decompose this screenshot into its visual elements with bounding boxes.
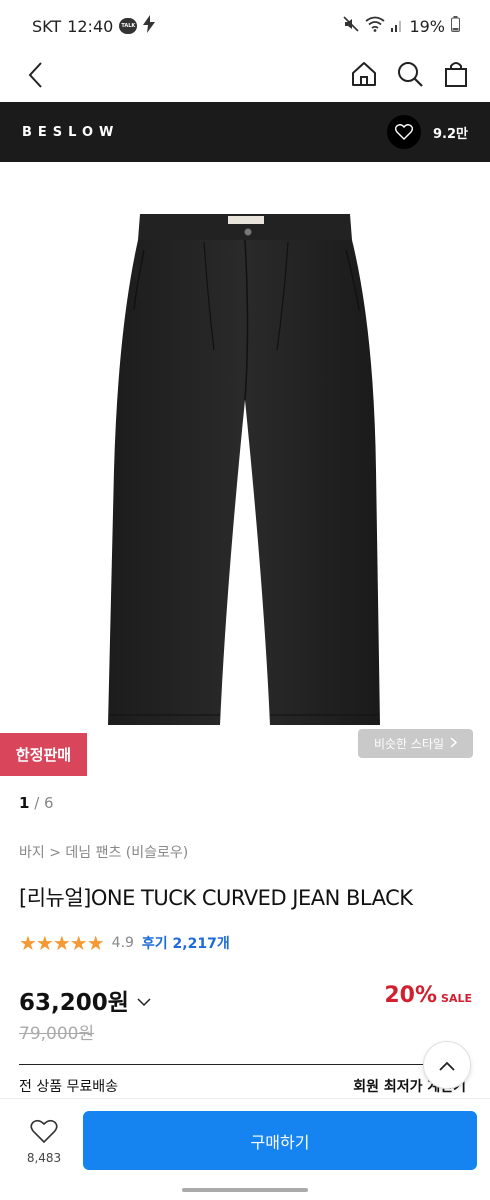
wishlist-button[interactable]: 8,483 bbox=[18, 1119, 70, 1165]
scroll-to-top-button[interactable] bbox=[423, 1041, 471, 1089]
gallery-page-indicator: 1 / 6 bbox=[19, 794, 54, 812]
product-photo bbox=[108, 214, 380, 725]
battery-icon bbox=[451, 16, 460, 36]
product-image-gallery[interactable] bbox=[0, 162, 490, 782]
mute-icon bbox=[343, 16, 360, 36]
price-selector[interactable]: 63,200원 bbox=[19, 983, 151, 1017]
limited-sale-badge: 한정판매 bbox=[0, 733, 87, 776]
clock: 12:40 bbox=[67, 16, 114, 36]
discount-info: 20% SALE bbox=[384, 983, 472, 1008]
similar-style-button[interactable]: 비슷한 스타일 bbox=[358, 729, 473, 758]
kakaotalk-icon: TALK bbox=[119, 18, 138, 34]
heart-icon bbox=[30, 1119, 58, 1148]
rating-value: 4.9 bbox=[111, 935, 134, 951]
total-pages: 6 bbox=[44, 794, 54, 812]
star-rating-icon: ★★★★★ bbox=[19, 931, 105, 955]
home-icon[interactable] bbox=[348, 58, 380, 90]
current-page: 1 bbox=[19, 794, 30, 812]
wishlist-count: 8,483 bbox=[26, 1151, 62, 1165]
chevron-down-icon[interactable] bbox=[137, 987, 151, 1013]
app-header bbox=[0, 52, 490, 102]
chevron-right-icon bbox=[450, 736, 458, 751]
search-icon[interactable] bbox=[394, 58, 426, 90]
discount-rate: 20% bbox=[384, 983, 438, 1008]
buy-button[interactable]: 구매하기 bbox=[83, 1111, 477, 1170]
flash-icon bbox=[143, 15, 156, 37]
product-title: [리뉴얼]ONE TUCK CURVED JEAN BLACK bbox=[19, 886, 413, 910]
battery-level: 19% bbox=[409, 16, 445, 36]
wifi-icon bbox=[365, 16, 385, 36]
gesture-nav-handle[interactable] bbox=[182, 1188, 308, 1192]
shipping-info: 전 상품 무료배송 bbox=[19, 1079, 119, 1095]
divider bbox=[19, 1064, 471, 1065]
category-breadcrumb[interactable]: 바지 > 데님 팬츠 (비슬로우) bbox=[19, 842, 188, 862]
carrier: SKT bbox=[32, 16, 62, 36]
shopping-bag-icon[interactable] bbox=[440, 58, 472, 90]
chevron-up-icon bbox=[439, 1056, 455, 1075]
sale-label: SALE bbox=[441, 992, 472, 1005]
brand-bar[interactable]: BESLOW 9.2만 bbox=[0, 102, 490, 162]
signal-icon bbox=[391, 17, 403, 36]
purchase-bar: 8,483 구매하기 bbox=[0, 1098, 490, 1176]
original-price: 79,000원 bbox=[19, 1024, 95, 1044]
rating-row[interactable]: ★★★★★ 4.9 후기 2,217개 bbox=[19, 931, 230, 955]
sale-price: 63,200원 bbox=[19, 990, 129, 1016]
brand-name[interactable]: BESLOW bbox=[22, 125, 119, 140]
back-arrow-icon[interactable] bbox=[22, 60, 52, 90]
status-bar: SKT 12:40 TALK 19% bbox=[0, 0, 490, 52]
similar-style-label: 비슷한 스타일 bbox=[373, 737, 445, 751]
review-count-link[interactable]: 후기 2,217개 bbox=[142, 933, 230, 953]
brand-like-heart-icon[interactable] bbox=[387, 115, 421, 149]
brand-like-count: 9.2만 bbox=[433, 126, 468, 142]
